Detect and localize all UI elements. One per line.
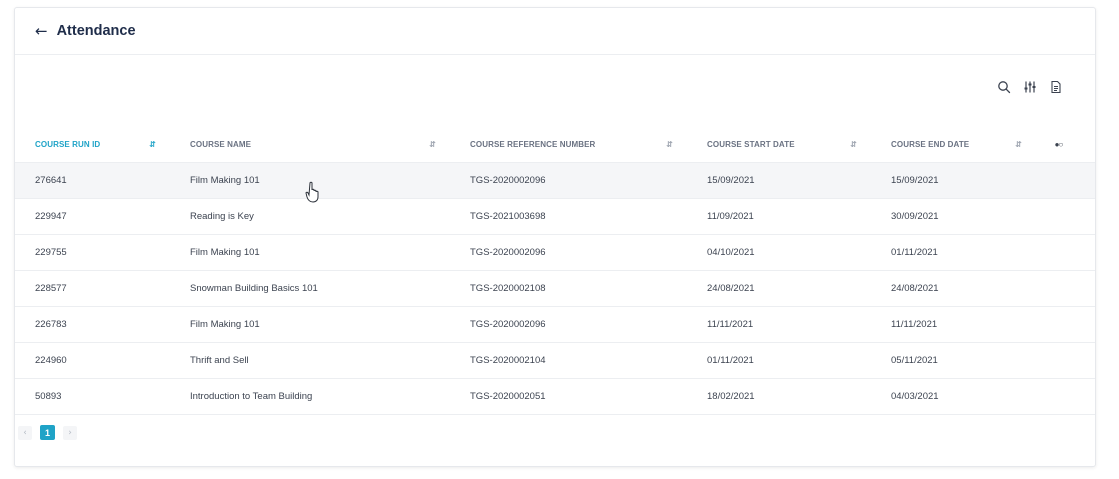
table-row[interactable]: 229947 Reading is Key TGS-2021003698 11/… [15,199,1095,235]
cell-course-start-date: 15/09/2021 [707,175,755,186]
cell-course-name: Reading is Key [190,211,254,222]
table-row[interactable]: 228577 Snowman Building Basics 101 TGS-2… [15,271,1095,307]
column-header-label: COURSE RUN ID [35,139,101,149]
column-settings-icon[interactable] [1023,80,1037,94]
cell-course-reference-number: TGS-2020002108 [470,283,546,294]
table-row[interactable]: 226783 Film Making 101 TGS-2020002096 11… [15,307,1095,343]
search-icon[interactable] [997,80,1011,94]
hand-pointer-cursor-icon [305,181,319,203]
cell-course-start-date: 11/11/2021 [707,319,754,330]
cell-course-reference-number: TGS-2020002096 [470,247,546,258]
cell-course-end-date: 01/11/2021 [891,247,938,258]
card-header: ← Attendance [15,8,1095,55]
column-options[interactable]: ●○ [1036,140,1095,149]
sort-icon[interactable]: ⇵ [666,140,673,149]
cell-course-name: Thrift and Sell [190,355,249,366]
cell-course-start-date: 11/09/2021 [707,211,754,222]
table-row[interactable]: 50893 Introduction to Team Building TGS-… [15,379,1095,415]
cell-course-name: Film Making 101 [190,319,260,330]
sort-icon[interactable]: ⇵ [429,140,436,149]
cell-course-reference-number: TGS-2020002096 [470,175,546,186]
table-row[interactable]: 229755 Film Making 101 TGS-2020002096 04… [15,235,1095,271]
cell-course-start-date: 24/08/2021 [707,283,755,294]
cell-course-reference-number: TGS-2020002096 [470,319,546,330]
column-header-course-name[interactable]: COURSE NAME ⇵ [170,140,450,149]
column-header-course-start-date[interactable]: COURSE START DATE ⇵ [687,140,871,149]
cell-course-reference-number: TGS-2020002104 [470,355,546,366]
cell-course-run-id: 228577 [35,283,67,294]
column-header-label: COURSE NAME [190,139,252,149]
cell-course-end-date: 11/11/2021 [891,319,938,330]
table-toolbar [997,80,1063,94]
sort-icon[interactable]: ⇵ [1015,140,1022,149]
export-icon[interactable] [1049,80,1063,94]
sort-icon[interactable]: ⇵ [149,140,156,149]
page-title: Attendance [56,23,136,39]
table-row[interactable]: 224960 Thrift and Sell TGS-2020002104 01… [15,343,1095,379]
cell-course-name: Snowman Building Basics 101 [190,283,318,294]
cell-course-run-id: 229755 [35,247,67,258]
cell-course-end-date: 30/09/2021 [891,211,939,222]
cell-course-run-id: 224960 [35,355,67,366]
column-header-label: COURSE START DATE [707,139,795,149]
prev-page-icon[interactable]: ‹ [18,425,32,440]
column-header-course-reference-number[interactable]: COURSE REFERENCE NUMBER ⇵ [450,140,687,149]
attendance-card: ← Attendance COURSE RUN ID ⇵ COURSE NAME… [14,7,1096,467]
cell-course-name: Film Making 101 [190,247,260,258]
cell-course-name: Introduction to Team Building [190,391,313,402]
sort-icon[interactable]: ⇵ [850,140,857,149]
pagination: ‹ 1 › [18,425,77,440]
cell-course-reference-number: TGS-2020002051 [470,391,546,402]
cell-course-run-id: 229947 [35,211,67,222]
cell-course-end-date: 24/08/2021 [891,283,939,294]
cell-course-reference-number: TGS-2021003698 [470,211,546,222]
column-header-label: COURSE REFERENCE NUMBER [470,139,596,149]
arrow-left-icon[interactable]: ← [35,22,48,40]
cell-course-start-date: 04/10/2021 [707,247,755,258]
next-page-icon[interactable]: › [63,425,77,440]
cell-course-end-date: 15/09/2021 [891,175,939,186]
column-header-label: COURSE END DATE [891,139,970,149]
column-header-course-end-date[interactable]: COURSE END DATE ⇵ [871,140,1036,149]
attendance-table: COURSE RUN ID ⇵ COURSE NAME ⇵ COURSE REF… [15,126,1095,415]
table-header-row: COURSE RUN ID ⇵ COURSE NAME ⇵ COURSE REF… [15,126,1095,163]
page-number-current[interactable]: 1 [40,425,55,440]
cell-course-end-date: 05/11/2021 [891,355,938,366]
cell-course-start-date: 18/02/2021 [707,391,755,402]
column-header-course-run-id[interactable]: COURSE RUN ID ⇵ [15,140,170,149]
cell-course-run-id: 276641 [35,175,67,186]
cell-course-end-date: 04/03/2021 [891,391,939,402]
cell-course-start-date: 01/11/2021 [707,355,754,366]
table-row[interactable]: 276641 Film Making 101 TGS-2020002096 15… [15,163,1095,199]
more-options-icon[interactable]: ●○ [1055,140,1064,149]
cell-course-run-id: 226783 [35,319,67,330]
cell-course-run-id: 50893 [35,391,62,402]
